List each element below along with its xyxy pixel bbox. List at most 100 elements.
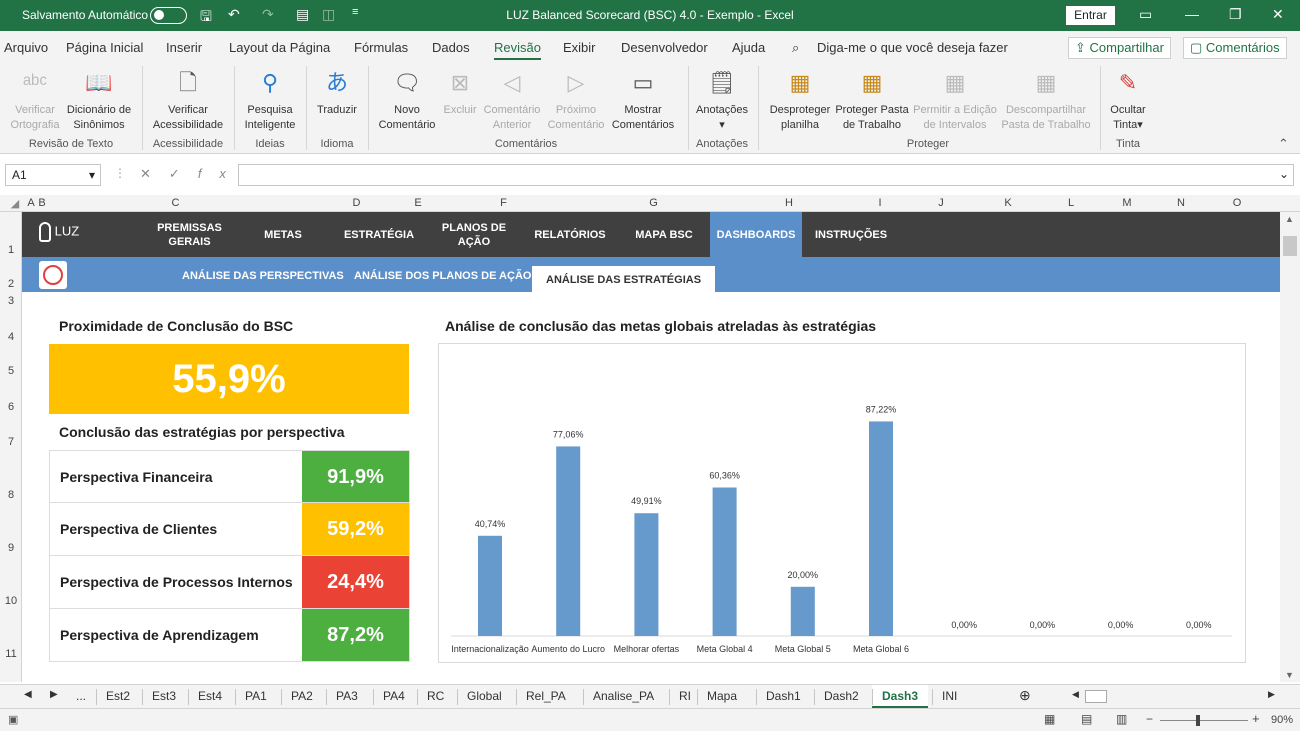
- name-box[interactable]: A1 ▾: [5, 164, 101, 186]
- sheet-tab[interactable]: Est2: [106, 689, 130, 703]
- row-header[interactable]: 10: [0, 595, 22, 607]
- protect-workbook-button[interactable]: ▦ Proteger Pasta de Trabalho: [834, 66, 910, 133]
- unshare-workbook-button[interactable]: ▦ Descompartilhar Pasta de Trabalho: [1000, 66, 1092, 133]
- row-header[interactable]: 5: [0, 365, 22, 377]
- zoom-slider-thumb[interactable]: [1196, 715, 1200, 726]
- bar[interactable]: [556, 446, 581, 636]
- nav-instrucoes[interactable]: INSTRUÇÕES: [808, 212, 894, 257]
- bar[interactable]: [869, 421, 893, 636]
- sheet-tab[interactable]: PA2: [291, 689, 313, 703]
- menu-revisao[interactable]: Revisão: [494, 40, 541, 60]
- sheet-tab[interactable]: Rel_PA: [526, 689, 566, 703]
- menu-inserir[interactable]: Inserir: [166, 40, 202, 55]
- column-header[interactable]: N: [1154, 197, 1208, 209]
- row-header[interactable]: 6: [0, 401, 22, 413]
- nav-premissas[interactable]: PREMISSAS GERAIS: [147, 212, 232, 257]
- bar[interactable]: [634, 513, 659, 636]
- cancel-icon[interactable]: ✕: [140, 166, 169, 181]
- row-header[interactable]: 8: [0, 489, 22, 501]
- subtab-estrategias[interactable]: ANÁLISE DAS ESTRATÉGIAS: [532, 266, 716, 292]
- spelling-button[interactable]: ᵃᵇᶜ Verificar Ortografia: [8, 66, 62, 133]
- menu-layout[interactable]: Layout da Página: [229, 40, 330, 55]
- smart-lookup-button[interactable]: ⚲ Pesquisa Inteligente: [240, 66, 300, 133]
- zoom-in-icon[interactable]: +: [1252, 711, 1260, 726]
- menu-formulas[interactable]: Fórmulas: [354, 40, 408, 55]
- column-header[interactable]: K: [974, 197, 1042, 209]
- next-comment-button[interactable]: ▷ Próximo Comentário: [545, 66, 607, 133]
- bar[interactable]: [712, 487, 737, 636]
- subtab-planos[interactable]: ANÁLISE DOS PLANOS DE AÇÃO: [354, 270, 531, 282]
- play-video-icon[interactable]: [39, 261, 67, 289]
- sheet-tab[interactable]: PA1: [245, 689, 267, 703]
- row-header[interactable]: 3: [0, 295, 22, 307]
- column-header[interactable]: B: [36, 197, 48, 209]
- hide-ink-button[interactable]: ✎ Ocultar Tinta▾: [1106, 66, 1150, 133]
- column-header[interactable]: J: [908, 197, 974, 209]
- row-header[interactable]: 9: [0, 542, 22, 554]
- row-header[interactable]: 7: [0, 436, 22, 448]
- new-comment-button[interactable]: 🗨 Novo Comentário: [374, 66, 440, 133]
- macro-record-icon[interactable]: ▣: [8, 713, 18, 726]
- tab-prev-icon[interactable]: ◀: [24, 689, 32, 700]
- search-icon[interactable]: ⌕: [792, 40, 799, 56]
- page-break-icon[interactable]: ▥: [1116, 712, 1127, 726]
- thesaurus-button[interactable]: 📖 Dicionário de Sinônimos: [63, 66, 135, 133]
- scroll-up-icon[interactable]: ▲: [1285, 214, 1294, 224]
- zoom-level[interactable]: 90%: [1271, 714, 1293, 726]
- zoom-out-icon[interactable]: −: [1146, 712, 1153, 726]
- bar[interactable]: [478, 535, 502, 636]
- sheet-tab[interactable]: Dash3: [872, 685, 929, 708]
- nav-metas[interactable]: METAS: [252, 212, 314, 257]
- sheet-tab[interactable]: PA3: [336, 689, 358, 703]
- sheet-tab[interactable]: Dash1: [766, 689, 801, 703]
- sheet-tab[interactable]: PA4: [383, 689, 405, 703]
- sheet-tab[interactable]: Analise_PA: [593, 689, 654, 703]
- column-header[interactable]: F: [426, 197, 581, 209]
- translate-button[interactable]: あ Traduzir: [312, 66, 362, 118]
- allow-edit-ranges-button[interactable]: ▦ Permitir a Edição de Intervalos: [910, 66, 1000, 133]
- column-header[interactable]: O: [1208, 197, 1266, 209]
- sheet-tab[interactable]: Est3: [152, 689, 176, 703]
- hscroll-left-icon[interactable]: ◀: [1072, 689, 1079, 700]
- column-header[interactable]: M: [1100, 197, 1154, 209]
- show-comments-button[interactable]: ▭ Mostrar Comentários: [608, 66, 678, 133]
- sheet-tab[interactable]: RI: [679, 689, 691, 703]
- subtab-perspectivas[interactable]: ANÁLISE DAS PERSPECTIVAS: [182, 270, 344, 282]
- vertical-scrollbar[interactable]: ▲ ▼: [1280, 212, 1300, 682]
- sheet-tab[interactable]: INI: [942, 689, 957, 703]
- column-header[interactable]: A: [26, 197, 36, 209]
- normal-view-icon[interactable]: ▦: [1044, 712, 1055, 726]
- nav-mapa-bsc[interactable]: MAPA BSC: [626, 212, 702, 257]
- menu-arquivo[interactable]: Arquivo: [4, 40, 48, 55]
- bar-chart[interactable]: 40,74% Internacionalização 77,06% Aumento d…: [438, 343, 1246, 663]
- notes-button[interactable]: 🗒 Anotações ▾: [694, 66, 750, 133]
- sheet-tab[interactable]: Dash2: [824, 689, 859, 703]
- comments-button[interactable]: ▢ Comentários: [1183, 37, 1287, 59]
- unprotect-sheet-button[interactable]: ▦ Desproteger planilha: [764, 66, 836, 133]
- ribbon-display-icon[interactable]: ▭: [1139, 6, 1152, 23]
- nav-relatorios[interactable]: RELATÓRIOS: [528, 212, 612, 257]
- delete-comment-button[interactable]: ⊠ Excluir: [440, 66, 480, 118]
- close-icon[interactable]: ✕: [1272, 6, 1284, 23]
- column-header[interactable]: C: [48, 197, 303, 209]
- hscroll-thumb[interactable]: [1085, 690, 1107, 703]
- minimize-icon[interactable]: —: [1185, 6, 1199, 22]
- menu-pagina-inicial[interactable]: Página Inicial: [66, 40, 143, 55]
- sheet-tab[interactable]: RC: [427, 689, 444, 703]
- menu-exibir[interactable]: Exibir: [563, 40, 596, 55]
- sign-in-button[interactable]: Entrar: [1066, 6, 1115, 25]
- restore-icon[interactable]: ❐: [1229, 6, 1242, 23]
- row-header[interactable]: 1: [0, 244, 22, 256]
- enter-icon[interactable]: ✓: [169, 166, 198, 181]
- select-all-corner[interactable]: ◢: [4, 197, 26, 210]
- scroll-thumb[interactable]: [1283, 236, 1297, 256]
- row-header[interactable]: 2: [0, 278, 22, 290]
- column-header[interactable]: D: [303, 197, 410, 209]
- row-header[interactable]: 11: [0, 648, 22, 660]
- hscroll-right-icon[interactable]: ▶: [1268, 689, 1275, 700]
- column-header[interactable]: I: [852, 197, 908, 209]
- nav-estrategia[interactable]: ESTRATÉGIA: [334, 212, 424, 257]
- sheet-tab[interactable]: Global: [467, 689, 502, 703]
- menu-desenvolvedor[interactable]: Desenvolvedor: [621, 40, 708, 55]
- zoom-slider[interactable]: [1160, 720, 1248, 721]
